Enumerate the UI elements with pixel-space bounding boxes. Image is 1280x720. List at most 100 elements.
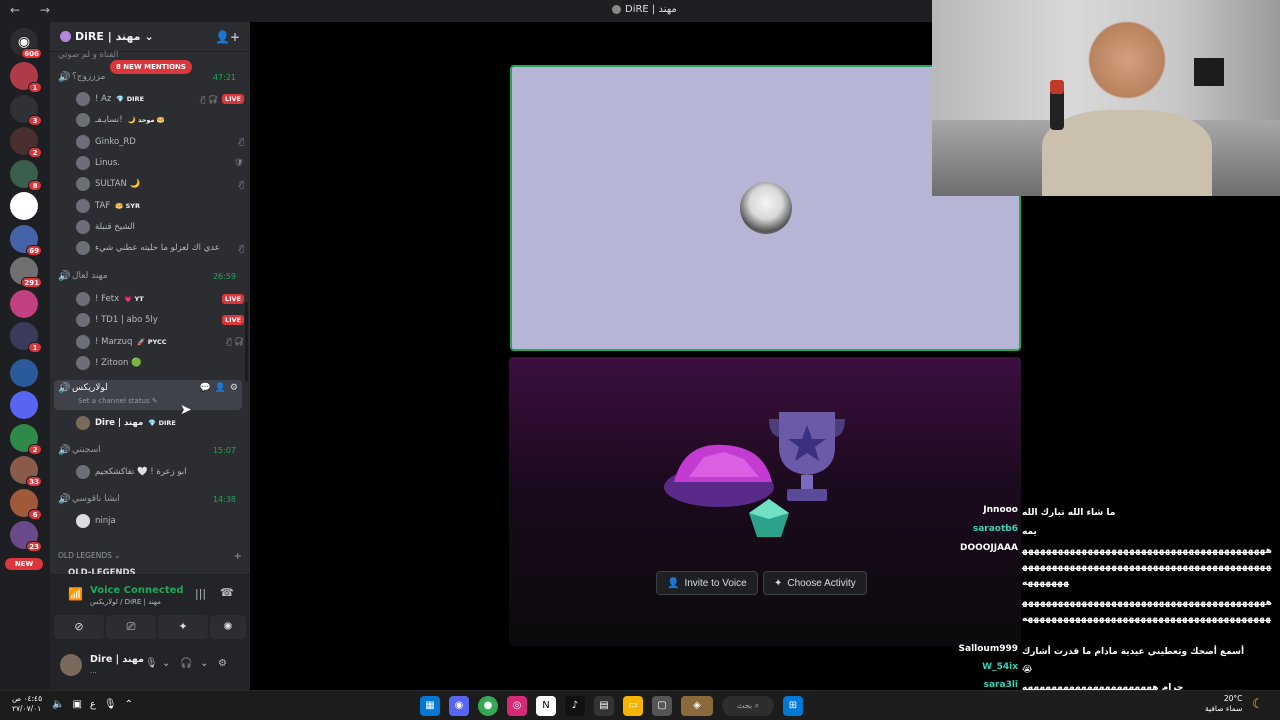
server-icon[interactable] — [10, 289, 38, 318]
voice-user[interactable]: عدي اك لعزلو ما حليته عطني شيء 🎙̸ — [76, 238, 244, 258]
server-icon[interactable]: 291 — [10, 257, 42, 288]
clock[interactable]: ٠٤:٤٥ ص ٢٧/٠٧/٠١ — [12, 694, 42, 714]
voice-user[interactable]: الشيخ قنبلة — [76, 217, 244, 237]
window-title: DiRE | مهند — [612, 4, 677, 15]
discord-home-button[interactable]: ◉ 606 — [10, 28, 42, 59]
chevron-up-icon[interactable]: ⌃ — [125, 699, 133, 710]
user-name: TAF — [95, 200, 111, 211]
gear-icon[interactable]: ⚙ — [218, 658, 227, 669]
file-explorer-icon[interactable]: ▭ — [623, 696, 643, 716]
user-name: Linus. — [95, 157, 121, 168]
voice-channel-3[interactable]: 🔊 اسجنني 15:07 — [54, 440, 242, 460]
live-badge[interactable]: LIVE — [221, 94, 244, 104]
instagram-icon[interactable]: ◎ — [507, 696, 527, 716]
notion-icon[interactable]: N — [536, 696, 556, 716]
avatar — [76, 465, 90, 479]
voice-user[interactable]: ! TD1 | abo 5ly LIVE — [76, 310, 244, 330]
voice-user[interactable]: ابو زعرة ! 🤍 تفاكشكجيم — [76, 462, 244, 482]
invite-people-icon[interactable]: 👤+ — [215, 30, 240, 44]
signal-icon[interactable]: 📶 — [68, 587, 83, 601]
activities-button[interactable]: ✦ — [158, 615, 208, 639]
user-name: SULTAN 🌙 — [95, 179, 141, 190]
avatar[interactable] — [60, 654, 82, 676]
channel-status[interactable]: Set a channel status ✎ — [78, 397, 158, 405]
language-indicator[interactable]: ع — [90, 699, 96, 710]
server-icon[interactable]: 1 — [10, 322, 42, 353]
server-icon[interactable]: 69 — [10, 224, 42, 256]
server-icon[interactable] — [10, 358, 38, 387]
server-icon[interactable]: 33 — [10, 456, 42, 487]
server-icon[interactable]: 1 — [10, 62, 42, 93]
new-mentions-pill[interactable]: 8 NEW MENTIONS — [110, 60, 192, 74]
voice-connected-title[interactable]: Voice Connected — [90, 585, 184, 596]
chat-text: ما شاء الله تبارك الله — [1022, 508, 1116, 518]
weather-widget[interactable]: 20°C سماء صافية — [1205, 694, 1242, 714]
voice-user[interactable]: Ginko_RD 🎙̸ — [76, 132, 244, 152]
gear-icon[interactable]: ⚙ — [230, 383, 238, 393]
channel-tools: 💬 👤 ⚙ — [199, 383, 238, 393]
voice-user[interactable]: ! Az 💎 DIRE 🎙̸ 🎧̸ LIVE — [76, 89, 244, 109]
widgets-icon[interactable]: ▤ — [594, 696, 614, 716]
chat-author — [940, 595, 1022, 627]
voice-user[interactable]: ! Zitoon 🟢 — [76, 353, 244, 373]
voice-user[interactable]: نسايـفـ! 🌙 موحد 🥯 — [76, 110, 244, 130]
volume-icon[interactable]: 🔈 — [52, 699, 64, 710]
server-icon[interactable]: 23 — [10, 521, 42, 552]
voice-user[interactable]: TAF 🥯 SYR — [76, 196, 244, 216]
server-badge: 3 — [28, 114, 42, 126]
share-screen-button[interactable]: ⎚ — [106, 615, 156, 639]
server-icon[interactable]: 2 — [10, 423, 42, 455]
voice-user[interactable]: SULTAN 🌙 🎙̸ — [76, 174, 244, 194]
microphone-icon[interactable]: 🎙 — [104, 699, 117, 710]
soundboard-button[interactable]: ✺ — [210, 615, 246, 639]
chrome-icon[interactable]: ● — [478, 696, 498, 716]
voice-channel-2[interactable]: 🔊 مهند لعال 26:59 — [54, 266, 242, 286]
headphones-icon[interactable]: 🎧 — [180, 658, 192, 669]
server-icon[interactable] — [10, 391, 38, 419]
live-badge[interactable]: LIVE — [221, 294, 244, 304]
tiktok-icon[interactable]: ♪ — [565, 696, 585, 716]
game-icon[interactable]: ◈ — [681, 696, 713, 716]
voice-user[interactable]: ! Fetx 💗 YT LIVE — [76, 289, 244, 309]
user-name: ! Az — [95, 94, 112, 104]
store-icon[interactable]: ▦ — [420, 696, 440, 716]
voice-user[interactable]: ninja — [76, 511, 244, 531]
server-badge: 6 — [28, 508, 42, 520]
active-voice-channel[interactable]: 🔊 لولاريكس Set a channel status ✎ 💬 👤 ⚙ — [54, 380, 242, 410]
category-header[interactable]: OLD LEGENDS ⌄ + — [58, 551, 242, 562]
scrollbar[interactable] — [245, 302, 248, 382]
server-icon[interactable]: 3 — [10, 94, 42, 126]
chat-icon[interactable]: 💬 — [199, 383, 210, 393]
voice-connected-subtitle: لولاريكس / DiRE | مهند — [90, 598, 161, 606]
server-icon[interactable] — [10, 192, 38, 220]
new-tag[interactable]: NEW — [5, 558, 43, 570]
voice-user[interactable]: Linus. 🛡 — [76, 153, 244, 173]
live-badge[interactable]: LIVE — [221, 315, 244, 326]
invite-icon[interactable]: 👤 — [215, 383, 226, 393]
camera-off-button[interactable]: ⊘ — [54, 615, 104, 639]
voice-user[interactable]: ! Marzuq 🚀 PYCC 🎙̸ 🎧̸ — [76, 332, 244, 352]
task-view-icon[interactable]: ▢ — [652, 696, 672, 716]
discord-icon[interactable]: ◉ — [449, 696, 469, 716]
microphone-icon[interactable]: 🎙 — [145, 658, 158, 669]
windows-start-icon[interactable]: ⊞ — [783, 696, 803, 716]
voice-timer: 14:38 — [212, 494, 236, 504]
voice-channel-4[interactable]: 🔊 ابشا ناقوسي 14:38 — [54, 489, 242, 509]
nav-arrows[interactable]: ← → — [10, 3, 58, 17]
invite-to-voice-button[interactable]: 👤 Invite to Voice — [656, 571, 758, 595]
server-icon[interactable]: 8 — [10, 159, 42, 191]
chevron-down-icon[interactable]: ⌄ — [200, 658, 208, 669]
choose-activity-button[interactable]: ✦ Choose Activity — [763, 571, 867, 595]
add-channel-icon[interactable]: + — [234, 551, 242, 562]
voice-user[interactable]: Dire | مهند 💎 DIRE — [76, 413, 244, 433]
speaker-icon: 🔊 — [58, 270, 71, 282]
chat-message: saraotb6 يمه — [940, 524, 1280, 540]
server-icon[interactable]: 6 — [10, 488, 42, 520]
disconnect-icon[interactable]: ☎ — [220, 586, 234, 599]
user-status-icons: 🛡 — [234, 158, 244, 167]
chevron-down-icon[interactable]: ⌄ — [162, 658, 170, 669]
server-icon[interactable]: 2 — [10, 127, 42, 158]
network-icon[interactable]: ▣ — [72, 699, 81, 710]
search-box[interactable]: بحث ⌕ — [722, 696, 774, 716]
noise-suppression-icon[interactable]: ||| — [195, 587, 206, 600]
